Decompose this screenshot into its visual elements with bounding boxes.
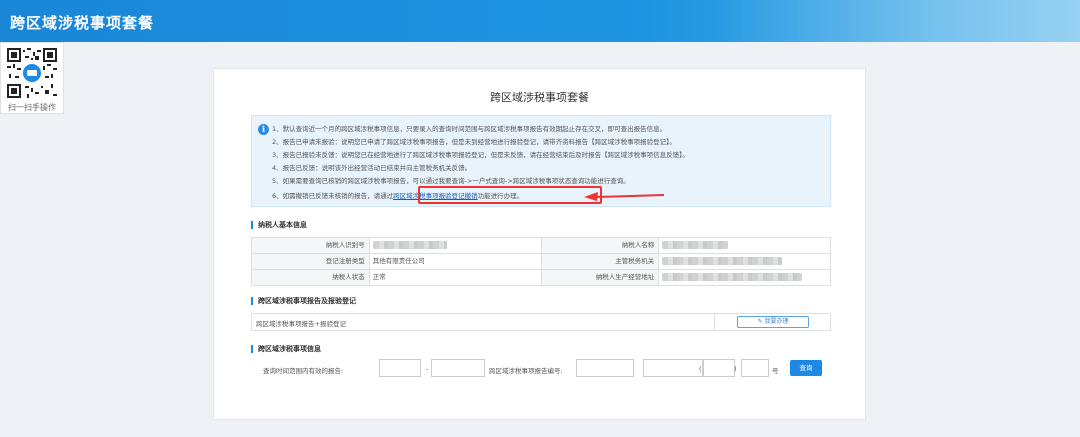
taxpayer-section-title: 纳税人基本信息	[251, 221, 307, 229]
paren-close: )	[734, 365, 737, 373]
taxpayer-status-label: 纳税人状态	[252, 270, 370, 286]
query-button[interactable]: 查询	[790, 360, 822, 376]
start-date-input[interactable]	[379, 359, 421, 377]
date-range-label: 查询时间范围内有效的报告:	[263, 367, 344, 375]
report-number-label: 跨区域涉税事项报告编号:	[489, 367, 563, 375]
qr-code-image	[7, 48, 57, 98]
handle-button[interactable]: ✎ 我要办理	[737, 316, 809, 328]
query-section-title: 跨区域涉税事项信息	[251, 345, 321, 353]
report-number-input-seq[interactable]	[741, 359, 769, 377]
table-row: 纳税人识别号 纳税人名称	[252, 238, 831, 254]
business-address-value	[659, 270, 831, 286]
notice-line-4: 4、报告已反馈：说明该外出经营活动已结束并向主管税务机关反馈。	[272, 164, 472, 172]
hao-label: 号	[772, 367, 779, 375]
date-range-dash: -	[426, 365, 429, 373]
info-icon: i	[258, 124, 269, 135]
header-decoration	[720, 0, 1080, 42]
table-row: 登记注册类型 其他有限责任公司 主管税务机关	[252, 254, 831, 270]
edit-icon: ✎	[757, 318, 763, 325]
taxpayer-info-table: 纳税人识别号 纳税人名称 登记注册类型 其他有限责任公司 主管税务机关 纳税人状…	[251, 237, 831, 286]
report-row: 跨区域涉税事项报告+报验登记 ✎ 我要办理	[251, 313, 831, 331]
notice-line-3: 3、报告已报验未反馈：说明您已在经营地进行了跨区域涉税事项报验登记，但是未反馈，…	[272, 151, 689, 159]
table-row: 纳税人状态 正常 纳税人生产经营地址	[252, 270, 831, 286]
notice-line-2: 2、报告已申请未报验：说明您已申请了跨区域涉税事项报告，但是未到经营地进行报验登…	[272, 138, 676, 146]
report-number-input-2[interactable]	[643, 359, 703, 377]
handle-button-label: 我要办理	[764, 318, 789, 325]
taxpayer-id-label: 纳税人识别号	[252, 238, 370, 254]
qr-code-label: 扫一扫手操作	[8, 103, 56, 112]
header-bar: 跨区域涉税事项套餐	[0, 0, 1080, 42]
paren-open: (	[699, 365, 702, 373]
notice-line-5: 5、如果需要查询已核销的跨区域涉税事项报告，可以通过我要查询->一户式查询->跨…	[272, 177, 630, 185]
main-panel: 跨区域涉税事项套餐 i 1、默认查询近一个月的跨区域涉税事项信息，只要录入的查询…	[213, 68, 866, 420]
taxpayer-status-value: 正常	[369, 270, 542, 286]
annotation-arrow	[584, 192, 665, 201]
report-number-input-1[interactable]	[576, 359, 634, 377]
notice-box: i 1、默认查询近一个月的跨区域涉税事项信息，只要录入的查询时间范围与跨区域涉税…	[251, 115, 831, 207]
notice-line-6-prefix: 6、如需撤销已反馈未核销的报告，	[272, 192, 374, 200]
taxpayer-id-value	[369, 238, 542, 254]
app-title: 跨区域涉税事项套餐	[10, 14, 155, 32]
qr-code-box: 扫一扫手操作	[0, 42, 64, 114]
report-row-text: 跨区域涉税事项报告+报验登记	[256, 320, 346, 328]
notice-line-6-pre-link: 请通过	[373, 192, 394, 200]
report-number-input-year[interactable]	[703, 359, 735, 377]
taxpayer-name-label: 纳税人名称	[541, 238, 660, 254]
page-title: 跨区域涉税事项套餐	[490, 91, 589, 104]
query-form: 查询时间范围内有效的报告: - 跨区域涉税事项报告编号: ( ) 号 查询	[251, 359, 831, 379]
notice-line-1: 1、默认查询近一个月的跨区域涉税事项信息，只要录入的查询时间范围与跨区域涉税事项…	[272, 125, 667, 133]
tax-authority-label: 主管税务机关	[541, 254, 660, 270]
reg-type-value: 其他有限责任公司	[369, 254, 542, 270]
annotation-highlight-box	[418, 186, 602, 204]
business-address-label: 纳税人生产经营地址	[541, 270, 660, 286]
report-section-title: 跨区域涉税事项报告及报验登记	[251, 297, 356, 305]
end-date-input[interactable]	[431, 359, 485, 377]
report-row-divider	[714, 314, 715, 330]
taxpayer-name-value	[659, 238, 831, 254]
reg-type-label: 登记注册类型	[252, 254, 370, 270]
tax-authority-value	[659, 254, 831, 270]
